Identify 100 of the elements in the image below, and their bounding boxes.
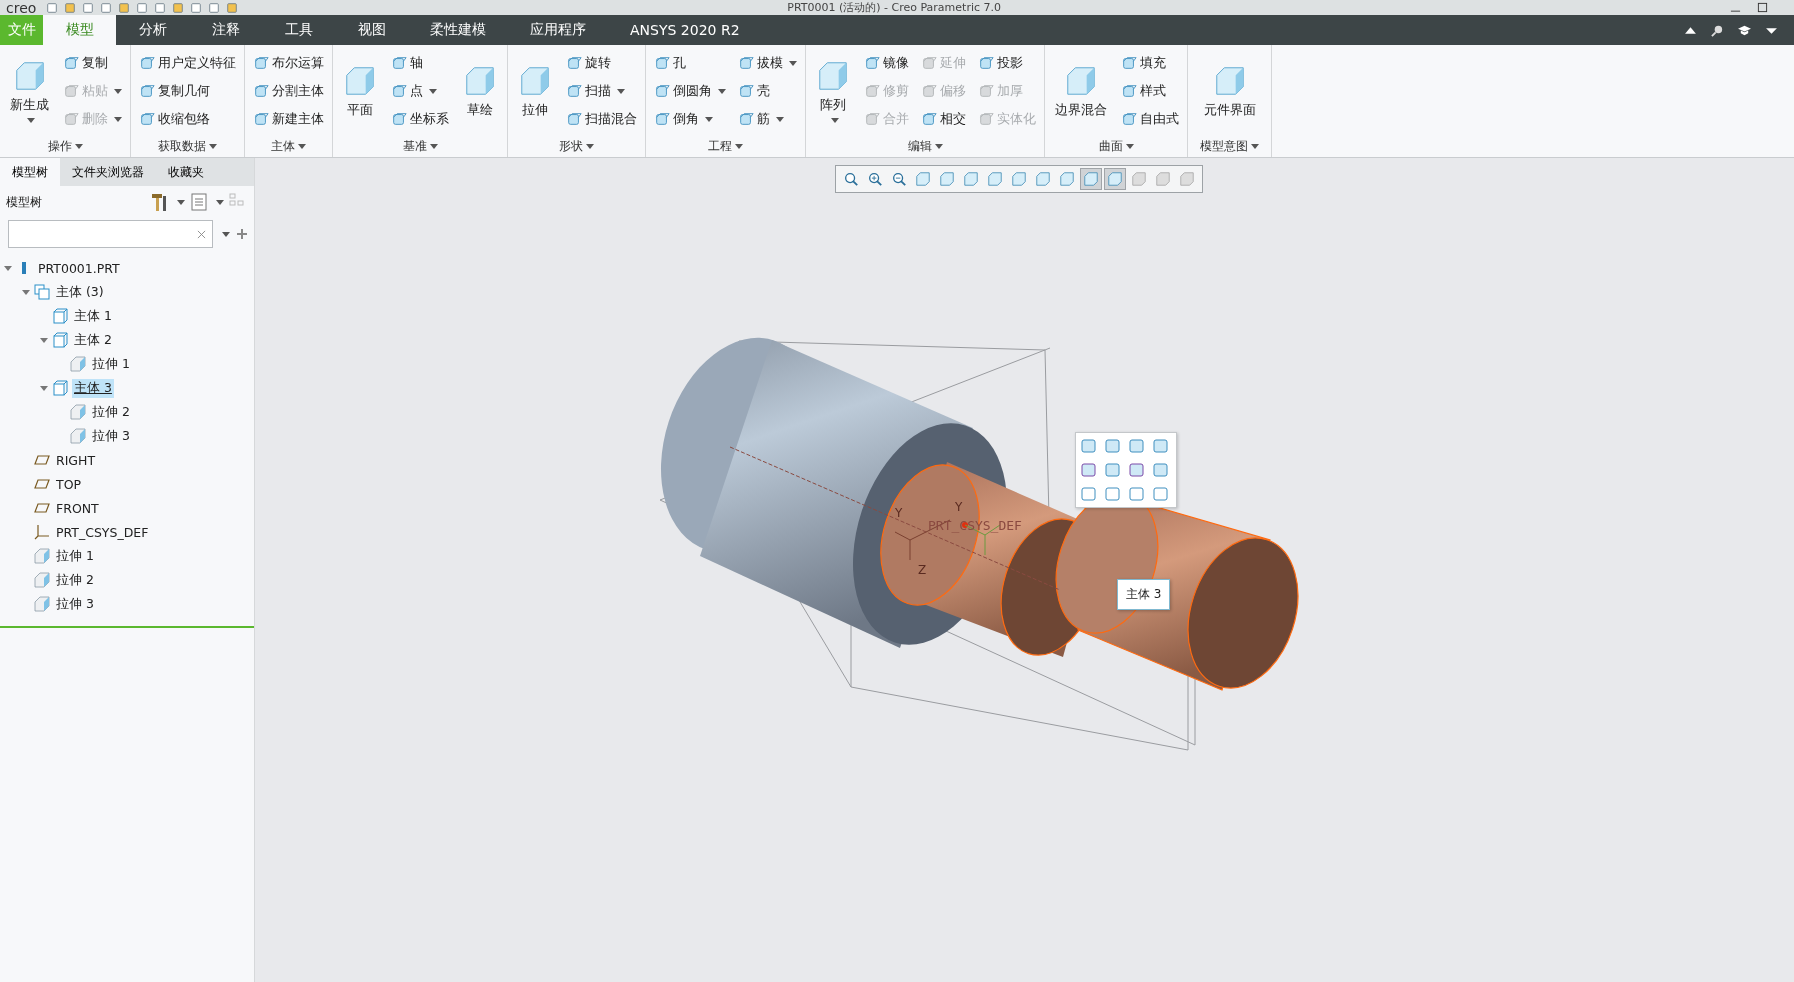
- ribbon-button[interactable]: 旋转: [564, 51, 639, 75]
- expand-arrow-icon[interactable]: [22, 288, 30, 296]
- group-menu-button[interactable]: 编辑: [812, 135, 1038, 157]
- ribbon-button[interactable]: 轴: [389, 51, 451, 75]
- ribbon-button[interactable]: 新建主体: [251, 107, 326, 131]
- tool-icon[interactable]: [1128, 461, 1146, 479]
- expand-arrow-icon[interactable]: [4, 264, 12, 272]
- ribbon-button[interactable]: 元件界面: [1194, 49, 1265, 133]
- panel-tab[interactable]: 收藏夹: [156, 158, 216, 186]
- tool-icon[interactable]: [1104, 461, 1122, 479]
- ribbon-button[interactable]: 扫描: [564, 79, 639, 103]
- ribbon-button[interactable]: 拉伸: [514, 49, 556, 133]
- ribbon-tab[interactable]: ANSYS 2020 R2: [608, 15, 762, 45]
- ribbon-button[interactable]: 分割主体: [251, 79, 326, 103]
- view-tool-button[interactable]: [1080, 168, 1102, 190]
- tree-item[interactable]: 主体 1: [72, 306, 114, 326]
- tree-item[interactable]: TOP: [54, 475, 83, 493]
- tool-icon[interactable]: [1080, 485, 1098, 503]
- graduation-cap-icon[interactable]: [1738, 23, 1751, 37]
- group-menu-button[interactable]: 主体: [251, 135, 326, 157]
- list-icon[interactable]: [189, 192, 209, 212]
- ribbon-button[interactable]: 拔模: [736, 51, 799, 75]
- ribbon-button[interactable]: 坐标系: [389, 107, 451, 131]
- tree-item[interactable]: FRONT: [54, 499, 101, 517]
- toolbar-icon[interactable]: [82, 1, 95, 14]
- ribbon-button[interactable]: 平面: [339, 49, 381, 133]
- ribbon-button[interactable]: 孔: [652, 51, 728, 75]
- ribbon-button[interactable]: 用户定义特征: [137, 51, 238, 75]
- panel-tab[interactable]: 模型树: [0, 158, 60, 186]
- ribbon-tab[interactable]: 模型: [43, 15, 116, 45]
- tool-icon[interactable]: [1152, 461, 1170, 479]
- toolbar-icon[interactable]: [64, 1, 77, 14]
- toolbar-icon[interactable]: [154, 1, 167, 14]
- toolbar-icon[interactable]: [208, 1, 221, 14]
- tool-icon[interactable]: [1080, 461, 1098, 479]
- ribbon-button[interactable]: 相交: [919, 107, 968, 131]
- ribbon-button[interactable]: 阵列: [812, 49, 854, 133]
- tool-icon[interactable]: [1128, 437, 1146, 455]
- ribbon-button[interactable]: 收缩包络: [137, 107, 238, 131]
- ribbon-tab[interactable]: 应用程序: [508, 15, 608, 45]
- toolbar-icon[interactable]: [118, 1, 131, 14]
- group-menu-button[interactable]: 工程: [652, 135, 799, 157]
- ribbon-button[interactable]: 填充: [1119, 51, 1181, 75]
- plus-icon[interactable]: [236, 228, 248, 240]
- ribbon-button[interactable]: 自由式: [1119, 107, 1181, 131]
- tree-item[interactable]: PRT0001.PRT: [36, 259, 122, 277]
- maximize-icon[interactable]: [1757, 2, 1768, 13]
- toolbar-icon[interactable]: [172, 1, 185, 14]
- tree-item[interactable]: 拉伸 3: [90, 426, 132, 446]
- ribbon-button[interactable]: 新生成: [6, 49, 53, 133]
- ribbon-tab[interactable]: 分析: [116, 15, 189, 45]
- ribbon-button[interactable]: 复制: [61, 51, 124, 75]
- tree-item[interactable]: 拉伸 1: [54, 546, 96, 566]
- ribbon-tab[interactable]: 注释: [189, 15, 262, 45]
- ribbon-button[interactable]: 点: [389, 79, 451, 103]
- ribbon-tab[interactable]: 视图: [335, 15, 408, 45]
- group-menu-button[interactable]: 曲面: [1051, 135, 1181, 157]
- ribbon-button[interactable]: 草绘: [459, 49, 501, 133]
- toolbar-icon[interactable]: [190, 1, 203, 14]
- ribbon-tab[interactable]: 工具: [262, 15, 335, 45]
- search-field[interactable]: [8, 220, 213, 248]
- tool-icon[interactable]: [1104, 437, 1122, 455]
- ribbon-button[interactable]: 扫描混合: [564, 107, 639, 131]
- tree-item[interactable]: RIGHT: [54, 451, 98, 469]
- ribbon-button[interactable]: 筋: [736, 107, 799, 131]
- view-tool-button[interactable]: [1104, 168, 1126, 190]
- clear-icon[interactable]: [197, 229, 206, 239]
- expand-arrow-icon[interactable]: [40, 384, 48, 392]
- group-menu-button[interactable]: 基准: [339, 135, 501, 157]
- expand-arrow-icon[interactable]: [40, 336, 48, 344]
- ribbon-button[interactable]: 镜像: [862, 51, 911, 75]
- tree-item[interactable]: 拉伸 3: [54, 594, 96, 614]
- group-menu-button[interactable]: 操作: [6, 135, 124, 157]
- tree-item[interactable]: PRT_CSYS_DEF: [54, 523, 151, 541]
- tree-item[interactable]: 主体 3: [72, 378, 114, 398]
- search-icon[interactable]: [1711, 23, 1724, 37]
- toolbar-icon[interactable]: [46, 1, 59, 14]
- group-menu-button[interactable]: 获取数据: [137, 135, 238, 157]
- tree-item[interactable]: 拉伸 1: [90, 354, 132, 374]
- panel-tab[interactable]: 文件夹浏览器: [60, 158, 156, 186]
- tool-icon[interactable]: [1152, 437, 1170, 455]
- ribbon-button[interactable]: 倒角: [652, 107, 728, 131]
- tree-item[interactable]: 主体 (3): [54, 282, 106, 302]
- toolbar-icon[interactable]: [226, 1, 239, 14]
- ribbon-button[interactable]: 投影: [976, 51, 1038, 75]
- ribbon-button[interactable]: 样式: [1119, 79, 1181, 103]
- tool-icon[interactable]: [1104, 485, 1122, 503]
- tree-item[interactable]: 拉伸 2: [90, 402, 132, 422]
- toolbar-icon[interactable]: [136, 1, 149, 14]
- ribbon-tab[interactable]: 柔性建模: [408, 15, 508, 45]
- tool-icon[interactable]: [1128, 485, 1146, 503]
- tree-item[interactable]: 拉伸 2: [54, 570, 96, 590]
- ribbon-button[interactable]: 倒圆角: [652, 79, 728, 103]
- tool-icon[interactable]: [1080, 437, 1098, 455]
- ribbon-button[interactable]: 复制几何: [137, 79, 238, 103]
- ribbon-button[interactable]: 壳: [736, 79, 799, 103]
- toolbar-icon[interactable]: [100, 1, 113, 14]
- tool-icon[interactable]: [1152, 485, 1170, 503]
- ribbon-button[interactable]: 边界混合: [1051, 49, 1111, 133]
- group-menu-button[interactable]: 模型意图: [1194, 135, 1265, 157]
